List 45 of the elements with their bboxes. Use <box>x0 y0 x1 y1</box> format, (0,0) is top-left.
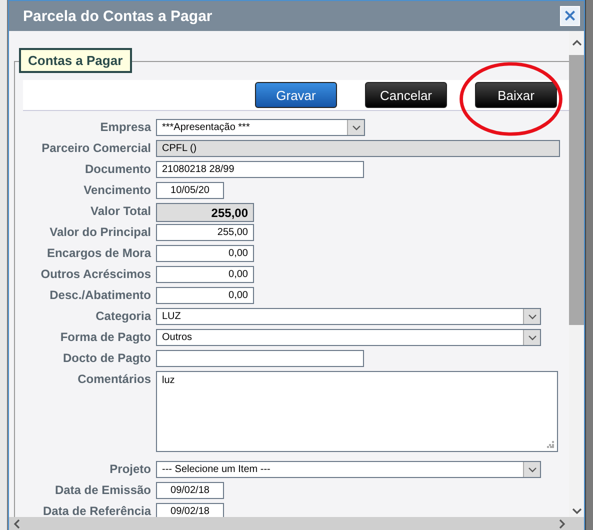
field-label: Data de Emissão <box>54 482 152 499</box>
input-field[interactable]: 0,00 <box>156 266 254 283</box>
field-label: Documento <box>84 161 152 178</box>
field-label: Encargos de Mora <box>46 245 152 262</box>
field-label: Forma de Pagto <box>59 329 152 346</box>
dropdown[interactable]: ***Apresentação *** <box>156 119 365 136</box>
input-field[interactable] <box>156 350 364 367</box>
resize-grip-icon[interactable] <box>547 441 554 448</box>
field-label: Projeto <box>108 461 152 478</box>
field-label: Vencimento <box>82 182 152 199</box>
input-field[interactable]: 0,00 <box>156 287 254 304</box>
vertical-scrollbar[interactable] <box>569 31 584 517</box>
field-label: Desc./Abatimento <box>48 287 152 304</box>
horizontal-scrollbar[interactable] <box>9 517 584 530</box>
input-field[interactable]: 10/05/20 <box>156 182 224 199</box>
scroll-down-icon[interactable] <box>572 507 582 515</box>
field-label: Parceiro Comercial <box>40 140 152 157</box>
close-button[interactable]: × <box>560 6 580 26</box>
scroll-left-icon[interactable] <box>13 518 21 528</box>
comment-box[interactable]: luz <box>156 371 558 452</box>
dropdown[interactable]: --- Selecione um Item --- <box>156 461 541 478</box>
field-label: Outros Acréscimos <box>40 266 152 283</box>
action-button[interactable]: Baixar <box>475 82 557 108</box>
input-field[interactable]: 255,00 <box>156 203 254 222</box>
input-field[interactable]: 0,00 <box>156 245 254 262</box>
dropdown[interactable]: Outros <box>156 329 541 346</box>
input-field[interactable]: CPFL () <box>156 140 560 157</box>
field-label: Empresa <box>99 119 152 136</box>
input-field[interactable]: 255,00 <box>156 224 254 241</box>
field-label: Valor Total <box>90 203 152 220</box>
input-field[interactable]: 09/02/18 <box>156 482 224 499</box>
field-label: Docto de Pagto <box>62 350 152 367</box>
action-button[interactable]: Cancelar <box>365 82 447 108</box>
window-title: Parcela do Contas a Pagar <box>23 8 212 24</box>
field-label: Categoria <box>94 308 152 325</box>
field-label: Comentários <box>76 371 152 388</box>
dropdown[interactable]: LUZ <box>156 308 541 325</box>
field-label: Data de Referência <box>42 503 152 517</box>
field-label: Valor do Principal <box>48 224 152 241</box>
input-field[interactable]: 21080218 28/99 <box>156 161 364 178</box>
input-field[interactable]: 09/02/18 <box>156 503 224 517</box>
panel-legend: Contas a Pagar <box>19 48 132 73</box>
scroll-right-icon[interactable] <box>558 518 566 528</box>
action-button[interactable]: Gravar <box>255 82 337 108</box>
scroll-up-icon[interactable] <box>572 39 582 47</box>
